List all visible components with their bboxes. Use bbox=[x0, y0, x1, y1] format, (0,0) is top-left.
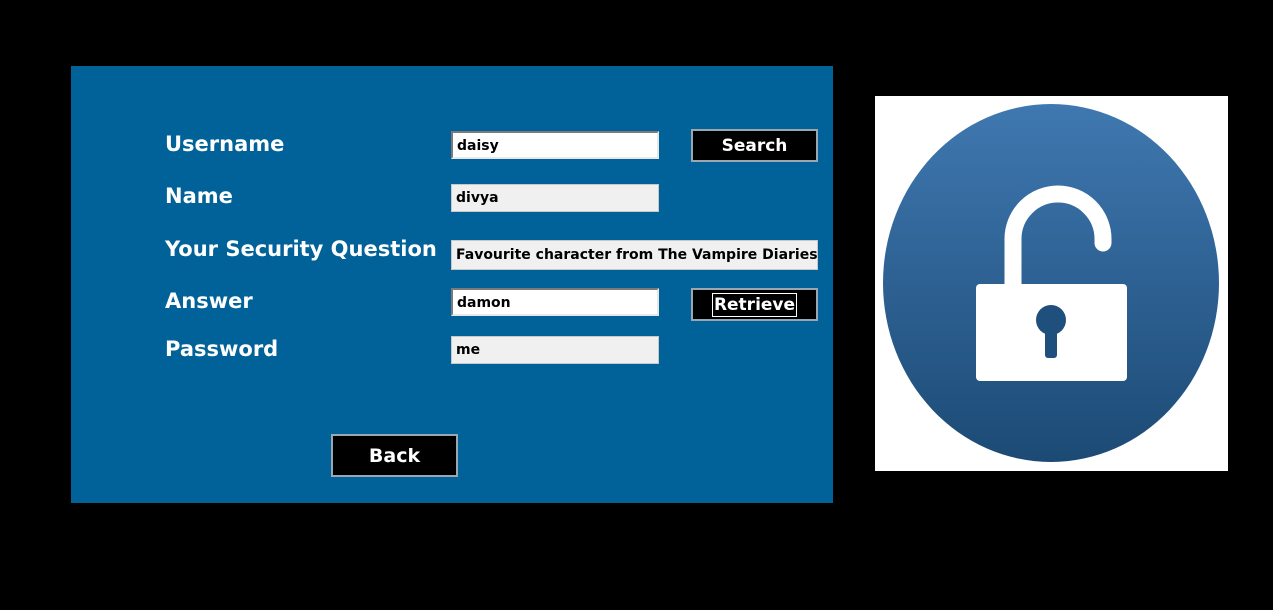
name-field: divya bbox=[451, 184, 659, 212]
retrieve-button-label: Retrieve bbox=[711, 292, 798, 317]
search-button[interactable]: Search bbox=[691, 129, 818, 162]
security-question-label: Your Security Question bbox=[165, 237, 437, 261]
username-input[interactable]: daisy bbox=[451, 131, 659, 159]
security-question-field: Favourite character from The Vampire Dia… bbox=[451, 240, 818, 270]
back-button-label: Back bbox=[368, 444, 421, 467]
password-label: Password bbox=[165, 337, 279, 361]
unlock-icon bbox=[883, 104, 1219, 462]
unlock-icon-keyhole-slot bbox=[1045, 320, 1057, 358]
username-label: Username bbox=[165, 132, 285, 156]
search-button-label: Search bbox=[721, 135, 788, 156]
password-recovery-panel: Username Name Your Security Question Ans… bbox=[71, 66, 833, 503]
lock-image-panel bbox=[875, 96, 1228, 471]
answer-input[interactable]: damon bbox=[451, 288, 659, 316]
password-field: me bbox=[451, 336, 659, 364]
back-button[interactable]: Back bbox=[331, 434, 458, 477]
answer-label: Answer bbox=[165, 289, 253, 313]
unlock-icon-circle bbox=[883, 104, 1219, 462]
name-label: Name bbox=[165, 184, 233, 208]
retrieve-button[interactable]: Retrieve bbox=[691, 288, 818, 321]
